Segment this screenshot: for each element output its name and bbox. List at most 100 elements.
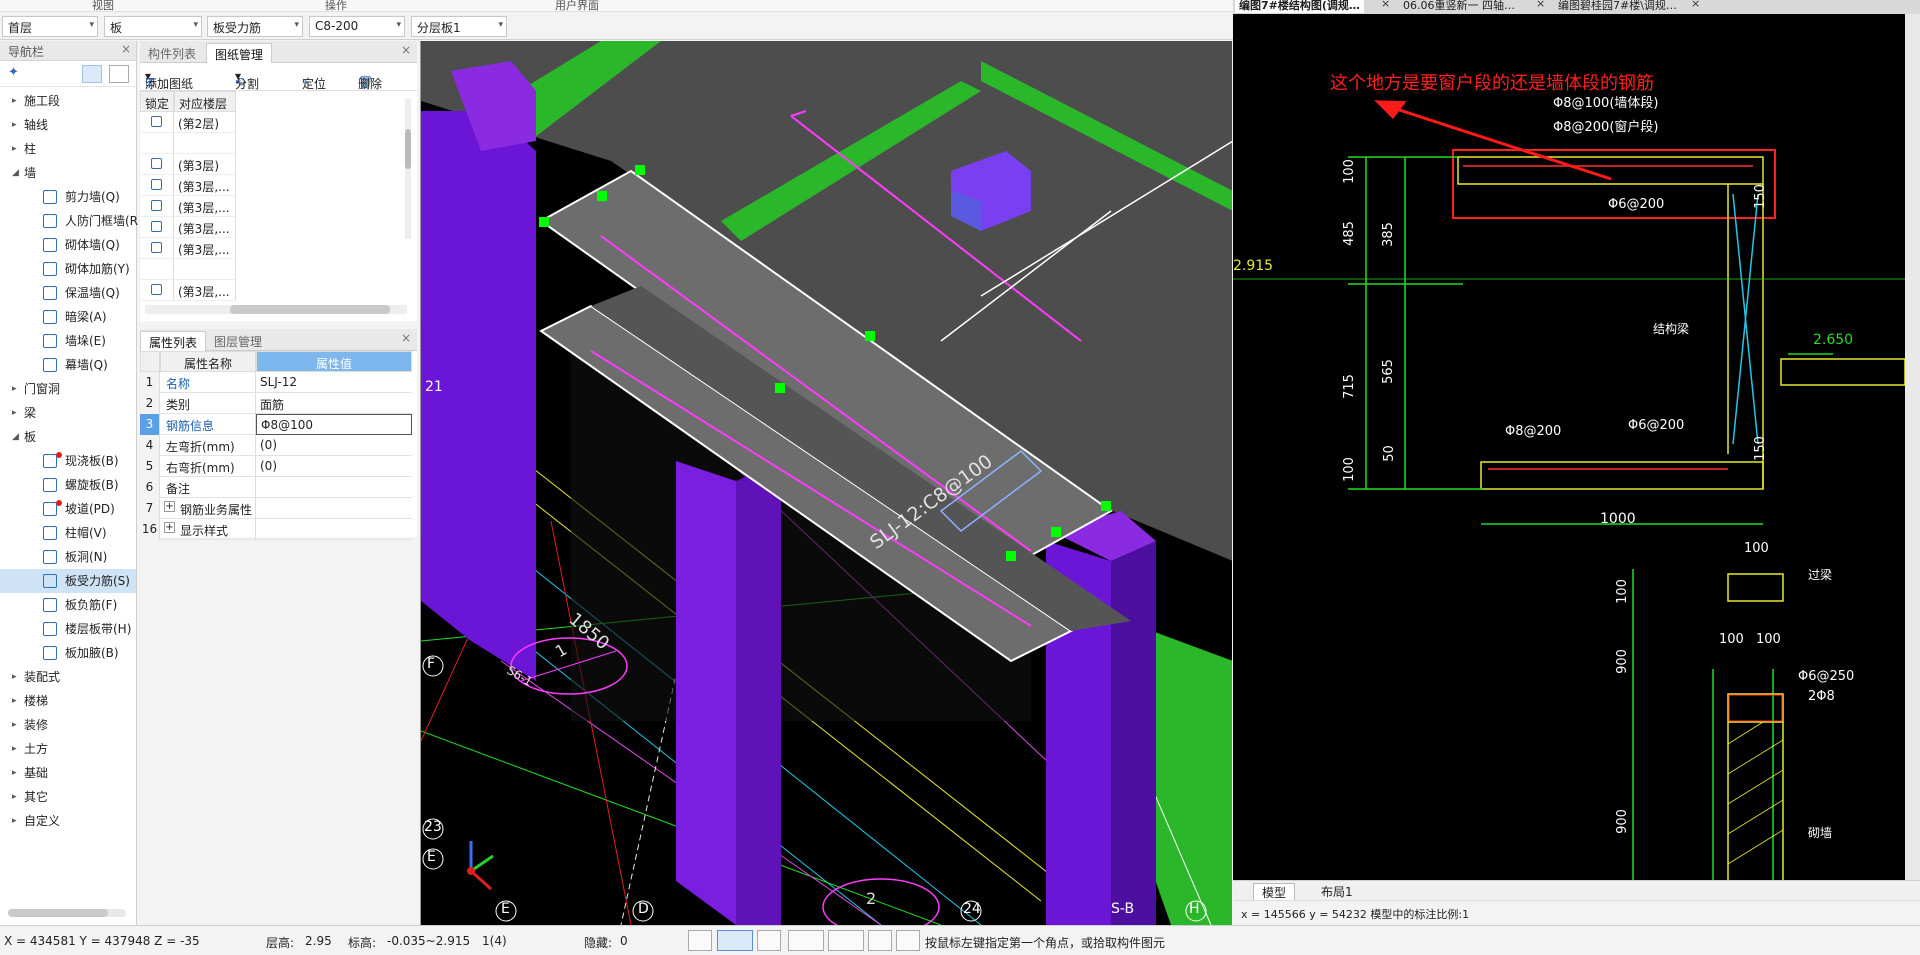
ortho-icon[interactable] bbox=[688, 930, 712, 951]
detail-view-icon[interactable] bbox=[109, 65, 129, 83]
prop-row[interactable]: +7 钢筋业务属性 bbox=[140, 498, 412, 519]
hscroll[interactable] bbox=[145, 305, 407, 314]
close-icon[interactable]: × bbox=[401, 43, 411, 57]
nav-item[interactable]: ▸ 轴线 bbox=[0, 113, 136, 137]
collapsed-icon[interactable]: ▸ bbox=[12, 665, 17, 689]
floor-cell[interactable]: (第3层,... bbox=[174, 196, 236, 217]
collapsed-icon[interactable]: ▸ bbox=[12, 89, 17, 113]
collapsed-icon[interactable]: ▸ bbox=[12, 761, 17, 785]
cad-viewer[interactable]: 这个地方是要窗户段的还是墙体段的钢筋 Φ8@100(墙体段) Φ8@200(窗户… bbox=[1233, 14, 1905, 880]
tab-layout1[interactable]: 布局1 bbox=[1313, 883, 1361, 900]
prop-value[interactable]: (0) bbox=[256, 456, 412, 477]
prop-row[interactable]: 5 右弯折(mm) (0) bbox=[140, 456, 412, 477]
expanded-icon[interactable]: ◢ bbox=[12, 425, 19, 449]
lock-cell[interactable] bbox=[140, 133, 174, 154]
vscroll[interactable] bbox=[405, 99, 411, 239]
close-icon[interactable]: × bbox=[401, 331, 411, 345]
tab-layers[interactable]: 图层管理 bbox=[206, 331, 270, 351]
nav-item[interactable]: ▸ 装修 bbox=[0, 713, 136, 737]
nav-item[interactable]: 保温墙(Q) bbox=[0, 281, 136, 305]
nav-item[interactable]: 砌体墙(Q) bbox=[0, 233, 136, 257]
nav-item[interactable]: ▸ 施工段 bbox=[0, 89, 136, 113]
collapsed-icon[interactable]: ▸ bbox=[12, 377, 17, 401]
floor-cell[interactable]: (第3层,... bbox=[174, 217, 236, 238]
prop-row[interactable]: +16 显示样式 bbox=[140, 519, 412, 540]
layer-select[interactable]: 分层板1 ▾ bbox=[411, 16, 507, 37]
lock-cell[interactable] bbox=[140, 196, 174, 217]
nav-item[interactable]: ▸ 楼梯 bbox=[0, 689, 136, 713]
floor-cell[interactable] bbox=[174, 133, 236, 154]
prop-value[interactable]: (0) bbox=[256, 435, 412, 456]
prop-value[interactable]: SLJ-12 bbox=[256, 372, 412, 393]
nav-item[interactable]: 暗梁(A) bbox=[0, 305, 136, 329]
prop-row[interactable]: 6 备注 bbox=[140, 477, 412, 498]
lock-cell[interactable] bbox=[140, 175, 174, 196]
collapsed-icon[interactable]: ▸ bbox=[12, 809, 17, 833]
floor-select[interactable]: 首层 ▾ bbox=[2, 16, 98, 37]
close-icon[interactable]: × bbox=[121, 42, 131, 56]
add-drawing-button[interactable]: ⊞ 添加图纸 ▾ bbox=[145, 69, 193, 91]
floor-cell[interactable]: (第3层,... bbox=[174, 238, 236, 259]
nav-item[interactable]: ▸ 土方 bbox=[0, 737, 136, 761]
prop-value[interactable]: 面筋 bbox=[256, 393, 412, 414]
lock-cell[interactable] bbox=[140, 217, 174, 238]
floor-cell[interactable]: (第2层) bbox=[174, 112, 236, 133]
prop-row[interactable]: 3 钢筋信息 Φ8@100 bbox=[140, 414, 412, 435]
nav-item[interactable]: ▸ 门窗洞 bbox=[0, 377, 136, 401]
spec-select[interactable]: C8-200 ▾ bbox=[309, 16, 405, 37]
prop-row[interactable]: 4 左弯折(mm) (0) bbox=[140, 435, 412, 456]
nav-item[interactable]: 砌体加筋(Y) bbox=[0, 257, 136, 281]
cross-select-icon[interactable] bbox=[757, 930, 781, 951]
cad-tab-3[interactable]: 编图碧桂园7#楼\调规… bbox=[1558, 0, 1677, 13]
category-select[interactable]: 板 ▾ bbox=[104, 16, 202, 37]
pin-icon[interactable]: ✦ bbox=[8, 65, 19, 80]
nav-scrollbar[interactable] bbox=[8, 909, 126, 917]
nav-item[interactable]: ◢ 板 bbox=[0, 425, 136, 449]
snap-icon[interactable] bbox=[828, 930, 864, 951]
lock-cell[interactable] bbox=[140, 154, 174, 175]
nav-item[interactable]: ▸ 基础 bbox=[0, 761, 136, 785]
nav-item[interactable]: 墙垛(E) bbox=[0, 329, 136, 353]
select-box-icon[interactable] bbox=[717, 930, 753, 951]
nav-item[interactable]: 柱帽(V) bbox=[0, 521, 136, 545]
nav-item[interactable]: 板洞(N) bbox=[0, 545, 136, 569]
cad-tab-1[interactable]: 编图7#楼结构图(调规… bbox=[1235, 0, 1364, 13]
nav-item[interactable]: 人防门框墙(R bbox=[0, 209, 138, 233]
nav-item[interactable]: 现浇板(B) bbox=[0, 449, 136, 473]
floor-cell[interactable] bbox=[174, 259, 236, 280]
display-icon[interactable] bbox=[868, 930, 892, 951]
prop-value[interactable] bbox=[256, 498, 412, 519]
nav-item[interactable]: 楼层板带(H) bbox=[0, 617, 136, 641]
collapsed-icon[interactable]: ▸ bbox=[12, 137, 17, 161]
collapsed-icon[interactable]: ▸ bbox=[12, 713, 17, 737]
nav-item[interactable]: ▸ 装配式 bbox=[0, 665, 136, 689]
list-view-icon[interactable] bbox=[82, 65, 102, 83]
floor-cell[interactable]: (第3层,... bbox=[174, 175, 236, 196]
component-select[interactable]: 板受力筋 ▾ bbox=[207, 16, 303, 37]
floor-cell[interactable]: (第3层) bbox=[174, 154, 236, 175]
collapsed-icon[interactable]: ▸ bbox=[12, 113, 17, 137]
expanded-icon[interactable]: ◢ bbox=[12, 161, 19, 185]
floor-cell[interactable]: (第3层,... bbox=[174, 280, 236, 301]
nav-item[interactable]: 板负筋(F) bbox=[0, 593, 136, 617]
rebar-info-input[interactable]: Φ8@100 bbox=[256, 414, 412, 435]
lock-cell[interactable] bbox=[140, 280, 174, 301]
prop-value[interactable] bbox=[256, 477, 412, 498]
collapsed-icon[interactable]: ▸ bbox=[12, 737, 17, 761]
3d-viewport[interactable]: SLJ-12:C8@100 1850 F 21 23 E E D 24 S-B … bbox=[420, 41, 1232, 925]
tab-properties[interactable]: 属性列表 bbox=[140, 331, 207, 351]
close-icon[interactable]: × bbox=[1381, 0, 1390, 10]
lock-cell[interactable] bbox=[140, 259, 174, 280]
collapsed-icon[interactable]: ▸ bbox=[12, 785, 17, 809]
prop-row[interactable]: 1 名称 SLJ-12 bbox=[140, 372, 412, 393]
nav-item[interactable]: 幕墙(Q) bbox=[0, 353, 136, 377]
nav-item[interactable]: ▸ 梁 bbox=[0, 401, 136, 425]
nav-item[interactable]: 板加腋(B) bbox=[0, 641, 136, 665]
cad-scrollbar[interactable] bbox=[1905, 14, 1920, 880]
nav-item[interactable]: ▸ 柱 bbox=[0, 137, 136, 161]
lock-cell[interactable] bbox=[140, 112, 174, 133]
nav-item[interactable]: 螺旋板(B) bbox=[0, 473, 136, 497]
nav-item[interactable]: ◢ 墙 bbox=[0, 161, 136, 185]
nav-item[interactable]: 板受力筋(S) bbox=[0, 569, 136, 593]
prop-row[interactable]: 2 类别 面筋 bbox=[140, 393, 412, 414]
